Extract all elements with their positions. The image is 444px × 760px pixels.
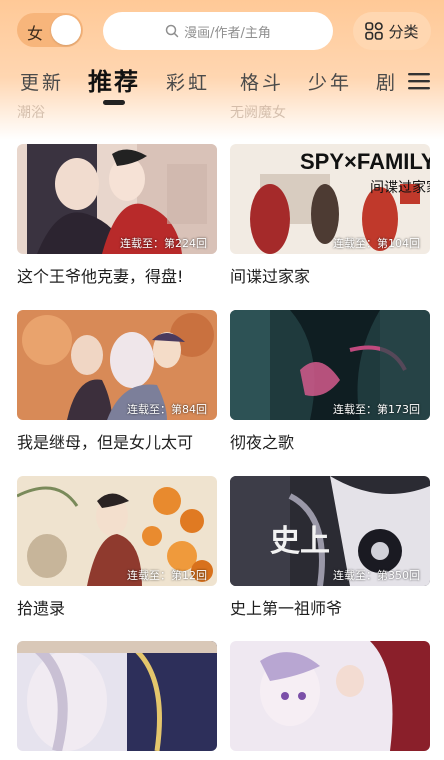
comic-card[interactable]: 连载至：第173回 彻夜之歌 [230, 310, 430, 453]
comic-card[interactable]: 史上 连载至：第350回 史上第一祖师爷 [230, 476, 430, 619]
grid-icon [365, 22, 384, 40]
active-tab-indicator [103, 100, 125, 105]
cover-logo-text: SPY×FAMILY [300, 149, 430, 174]
comic-card[interactable] [17, 641, 217, 760]
tab-shonen[interactable]: 少年 [308, 68, 352, 95]
comic-title[interactable]: 拾遗录 [17, 595, 217, 619]
cover-logo-text: 史上 [270, 524, 330, 559]
comic-title[interactable]: 彻夜之歌 [230, 429, 430, 453]
comic-cover[interactable]: 连载至：第12回 [17, 476, 217, 586]
toggle-knob [51, 15, 81, 45]
tab-rainbow[interactable]: 彩虹 [166, 68, 210, 95]
comic-title[interactable]: 间谍过家家 [230, 263, 430, 287]
comic-title[interactable]: 这个王爷他克妻，得盘! [17, 263, 217, 287]
comic-cover[interactable] [17, 641, 217, 751]
menu-icon[interactable] [408, 71, 430, 91]
tab-fighting[interactable]: 格斗 [240, 68, 284, 95]
tab-recommend[interactable]: 推荐 [88, 62, 140, 97]
tab-bar: 更新 推荐 彩虹 格斗 少年 剧 [0, 60, 444, 105]
comic-cover[interactable]: 连载至：第84回 [17, 310, 217, 420]
gender-toggle[interactable]: 女 [17, 13, 83, 47]
comic-card[interactable] [230, 641, 430, 760]
header: 女 漫画/作者/主角 分类 更新 推荐 彩虹 格斗 少年 剧 潮浴 无阙魔女 [0, 0, 444, 140]
comic-card[interactable]: SPY×FAMILY 间谍过家家 连载至：第104回 间谍过家家 [230, 144, 430, 287]
category-button[interactable]: 分类 [353, 12, 431, 50]
status-badge: 连载至：第173回 [333, 403, 420, 416]
comic-cover[interactable]: SPY×FAMILY 间谍过家家 连载至：第104回 [230, 144, 430, 254]
comic-title[interactable]: 史上第一祖师爷 [230, 595, 430, 619]
search-placeholder: 漫画/作者/主角 [184, 25, 271, 41]
comic-card[interactable]: 连载至：第84回 我是继母，但是女儿太可 [17, 310, 217, 453]
comic-card[interactable]: 连载至：第12回 拾遗录 [17, 476, 217, 619]
search-icon [165, 24, 179, 38]
faded-title-right: 无阙魔女 [230, 105, 286, 121]
comic-title[interactable]: 我是继母，但是女儿太可 [17, 429, 217, 453]
status-badge: 连载至：第12回 [127, 569, 207, 582]
faded-title-left: 潮浴 [17, 105, 45, 121]
tab-update[interactable]: 更新 [20, 68, 64, 95]
status-badge: 连载至：第84回 [127, 403, 207, 416]
status-badge: 连载至：第224回 [120, 237, 207, 250]
search-input[interactable]: 漫画/作者/主角 [103, 12, 333, 50]
comic-cover[interactable]: 连载至：第173回 [230, 310, 430, 420]
comic-cover[interactable]: 连载至：第224回 [17, 144, 217, 254]
comic-cover[interactable] [230, 641, 430, 751]
category-label: 分类 [388, 22, 419, 41]
gender-toggle-label: 女 [27, 24, 44, 43]
comic-cover[interactable]: 史上 连载至：第350回 [230, 476, 430, 586]
comic-card[interactable]: 连载至：第224回 这个王爷他克妻，得盘! [17, 144, 217, 287]
cover-logo-subtext: 间谍过家家 [370, 179, 430, 196]
status-badge: 连载至：第350回 [333, 569, 420, 582]
status-badge: 连载至：第104回 [333, 237, 420, 250]
tab-drama[interactable]: 剧 [376, 68, 398, 95]
